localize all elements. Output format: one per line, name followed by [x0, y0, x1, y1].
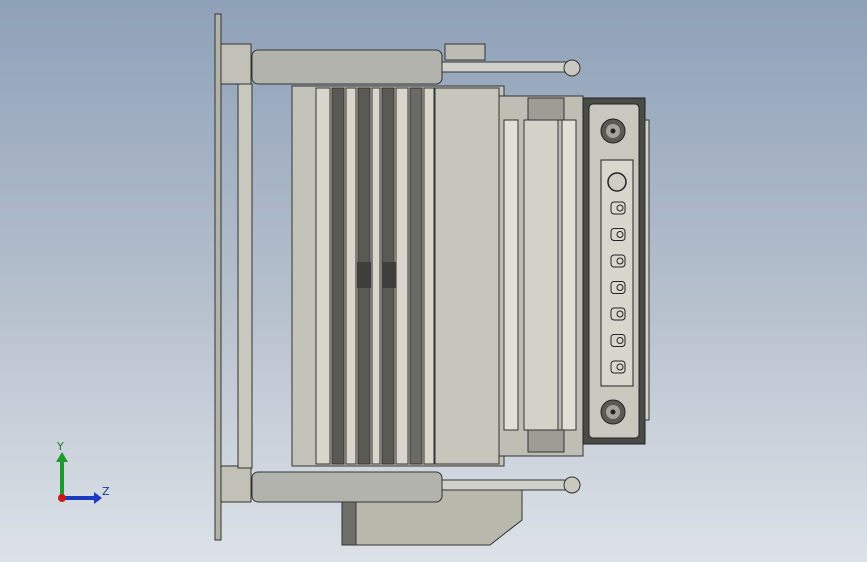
roller-stack [315, 87, 435, 465]
fan-icon [600, 118, 626, 144]
bottom-cylinder-rod [441, 479, 573, 491]
left-frame-rail [237, 83, 253, 469]
z-axis-label: Z [102, 485, 110, 498]
top-cylinder-eye [563, 59, 581, 77]
cad-viewport[interactable] [0, 0, 867, 562]
feed-top-block [527, 97, 565, 121]
feed-bottom-block [527, 429, 565, 453]
feed-roller-3 [561, 119, 577, 431]
control-panel-inset [600, 159, 634, 387]
machine-assembly[interactable] [214, 13, 650, 546]
x-axis-icon [58, 494, 66, 502]
top-cylinder-body [251, 49, 443, 85]
bottom-cylinder-body [251, 471, 443, 503]
left-mount-flange-top [220, 43, 252, 85]
y-arrow-icon [56, 452, 68, 462]
feed-roller-2 [523, 119, 559, 431]
right-trim [644, 119, 650, 421]
top-cylinder-rod [441, 61, 573, 73]
bottom-cylinder-eye [563, 476, 581, 494]
left-mount-plate [214, 13, 222, 541]
fan-icon [600, 399, 626, 425]
feed-roller-1 [503, 119, 519, 431]
coordinate-triad: Y Z [56, 440, 110, 504]
lower-hopper-side [341, 497, 357, 546]
left-mount-flange-bottom [220, 465, 252, 503]
dial-knob[interactable] [607, 172, 627, 192]
center-cover [434, 87, 500, 465]
y-axis-label: Y [56, 440, 64, 453]
top-bracket [444, 43, 486, 61]
z-arrow-icon [94, 492, 102, 504]
